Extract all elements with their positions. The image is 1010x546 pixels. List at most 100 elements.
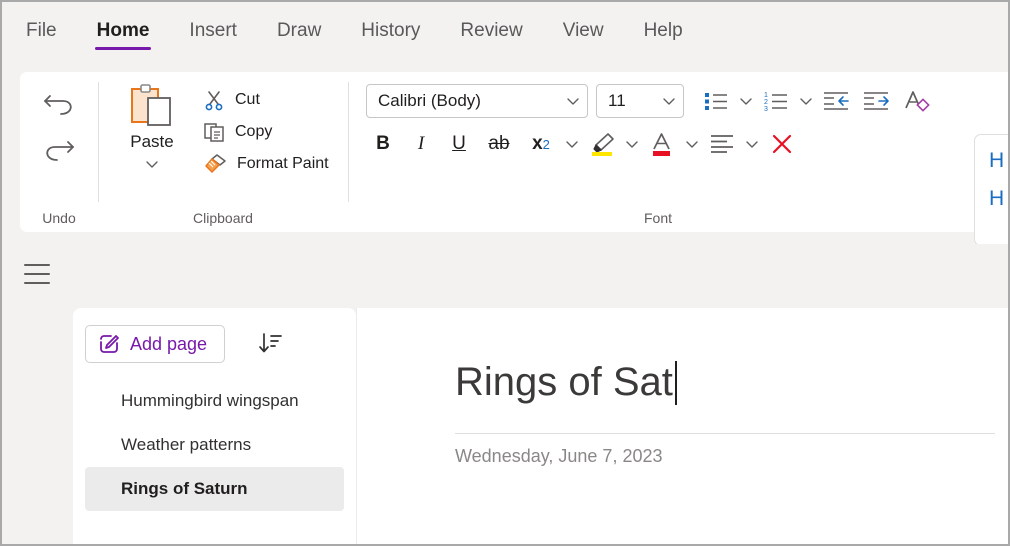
format-painter-icon [205,154,226,173]
remove-formatting-button[interactable] [764,128,800,160]
undo-arrow-icon [44,95,72,115]
tab-view[interactable]: View [561,14,606,52]
page-items: Hummingbird wingspan Weather patterns Ri… [73,379,356,511]
italic-button[interactable]: I [404,128,438,160]
note-date[interactable]: Wednesday, June 7, 2023 [455,446,662,467]
add-page-label: Add page [130,333,208,354]
page-item-rings-of-saturn[interactable]: Rings of Saturn [85,467,344,511]
clear-formatting-button[interactable] [898,85,934,117]
hamburger-line [24,264,50,266]
note-canvas[interactable]: Rings of Sat Wednesday, June 7, 2023 [356,308,1008,544]
paste-label: Paste [130,132,174,151]
font-color-icon [653,133,670,156]
sort-pages-button[interactable] [257,331,283,357]
chevron-down-icon[interactable] [744,136,760,152]
subscript-x: x [532,133,543,154]
style-heading-1[interactable]: H [989,149,1008,173]
copy-label: Copy [235,123,273,140]
styles-pane: H H [974,134,1008,246]
strikethrough-button[interactable]: ab [480,128,518,160]
subscript-2: 2 [542,136,550,152]
note-title[interactable]: Rings of Sat [455,360,677,405]
alignment-button[interactable] [704,128,740,160]
format-painter-button[interactable]: Format Paint [200,152,332,176]
align-icon [711,135,733,153]
redo-arrow-icon [46,141,74,161]
numbered-list-icon: 1 2 3 [764,92,787,113]
bullet-list-button[interactable] [698,85,734,117]
increase-indent-button[interactable] [858,85,894,117]
font-row-top: Calibri (Body) 11 1 2 3 [366,84,934,118]
redo-button[interactable] [37,130,81,170]
font-size-combo[interactable]: 11 [596,84,684,118]
page-item-hummingbird-wingspan[interactable]: Hummingbird wingspan [85,379,344,423]
hamburger-menu-icon[interactable] [24,264,50,284]
bullet-list-icon [705,93,727,110]
group-label-undo: Undo [42,210,76,226]
bold-button[interactable]: B [366,128,400,160]
ribbon: Undo Paste Cut Copy Format Paint Clipboa… [2,64,1008,246]
chevron-down-icon[interactable] [798,93,814,109]
ribbon-card: Undo Paste Cut Copy Format Paint Clipboa… [20,72,1008,232]
font-size-value: 11 [608,91,626,110]
copy-pages-icon [204,123,224,142]
page-list-header: Add page [73,308,356,363]
page-list-panel: Add page Hummingbird wingspan Weather pa… [73,308,356,544]
hamburger-line [24,273,50,275]
cut-label: Cut [235,91,260,108]
subscript-button[interactable]: x2 [522,128,560,160]
paste-clipboard-icon [131,84,171,126]
ribbon-group-undo: Undo [20,72,98,232]
hamburger-line [24,282,50,284]
svg-text:2: 2 [764,99,768,106]
tab-history[interactable]: History [359,14,422,52]
ribbon-group-clipboard: Paste Cut Copy Format Paint Clipboard [98,72,348,232]
font-row-bottom: B I U ab x2 [366,128,800,160]
note-title-text: Rings of Sat [455,360,673,404]
increase-indent-icon [864,92,889,110]
chevron-down-icon[interactable] [564,136,580,152]
tab-home[interactable]: Home [94,14,152,52]
tab-insert[interactable]: Insert [187,14,239,52]
decrease-indent-icon [824,92,849,110]
onenote-window: File Home Insert Draw History Review Vie… [0,0,1010,546]
chevron-down-icon [567,98,579,105]
font-name-combo[interactable]: Calibri (Body) [366,84,588,118]
numbered-list-button[interactable]: 1 2 3 [758,85,794,117]
svg-text:3: 3 [764,106,768,113]
copy-button[interactable]: Copy [200,120,332,144]
clear-formatting-icon [905,91,930,112]
decrease-indent-button[interactable] [818,85,854,117]
chevron-down-icon[interactable] [624,136,640,152]
font-color-button[interactable] [644,128,680,160]
font-name-value: Calibri (Body) [378,91,481,110]
highlighter-icon [592,133,614,156]
cut-button[interactable]: Cut [200,88,332,112]
ribbon-tab-strip: File Home Insert Draw History Review Vie… [2,2,1008,64]
group-label-font: Font [643,210,672,226]
paste-button[interactable]: Paste [110,82,194,172]
format-paint-label: Format Paint [237,155,329,172]
text-cursor [674,360,677,405]
scissors-icon [205,91,223,111]
underline-button[interactable]: U [442,128,476,160]
svg-text:1: 1 [764,92,768,99]
tab-draw[interactable]: Draw [275,14,323,52]
workspace: Add page Hummingbird wingspan Weather pa… [2,244,1008,544]
chevron-down-icon[interactable] [738,93,754,109]
add-page-button[interactable]: Add page [85,325,226,363]
chevron-down-icon [663,98,675,105]
highlight-button[interactable] [584,128,620,160]
ribbon-group-font: Calibri (Body) 11 1 2 3 B I U ab x 2 Fon… [348,72,968,232]
undo-button[interactable] [37,84,81,124]
style-heading-2[interactable]: H [989,187,1008,211]
title-divider [455,433,995,434]
chevron-down-icon[interactable] [144,156,160,172]
tab-file[interactable]: File [24,14,59,52]
chevron-down-icon[interactable] [684,136,700,152]
new-page-pencil-icon [100,335,119,353]
tab-help[interactable]: Help [642,14,685,52]
group-label-clipboard: Clipboard [193,210,253,226]
tab-review[interactable]: Review [458,14,524,52]
page-item-weather-patterns[interactable]: Weather patterns [85,423,344,467]
